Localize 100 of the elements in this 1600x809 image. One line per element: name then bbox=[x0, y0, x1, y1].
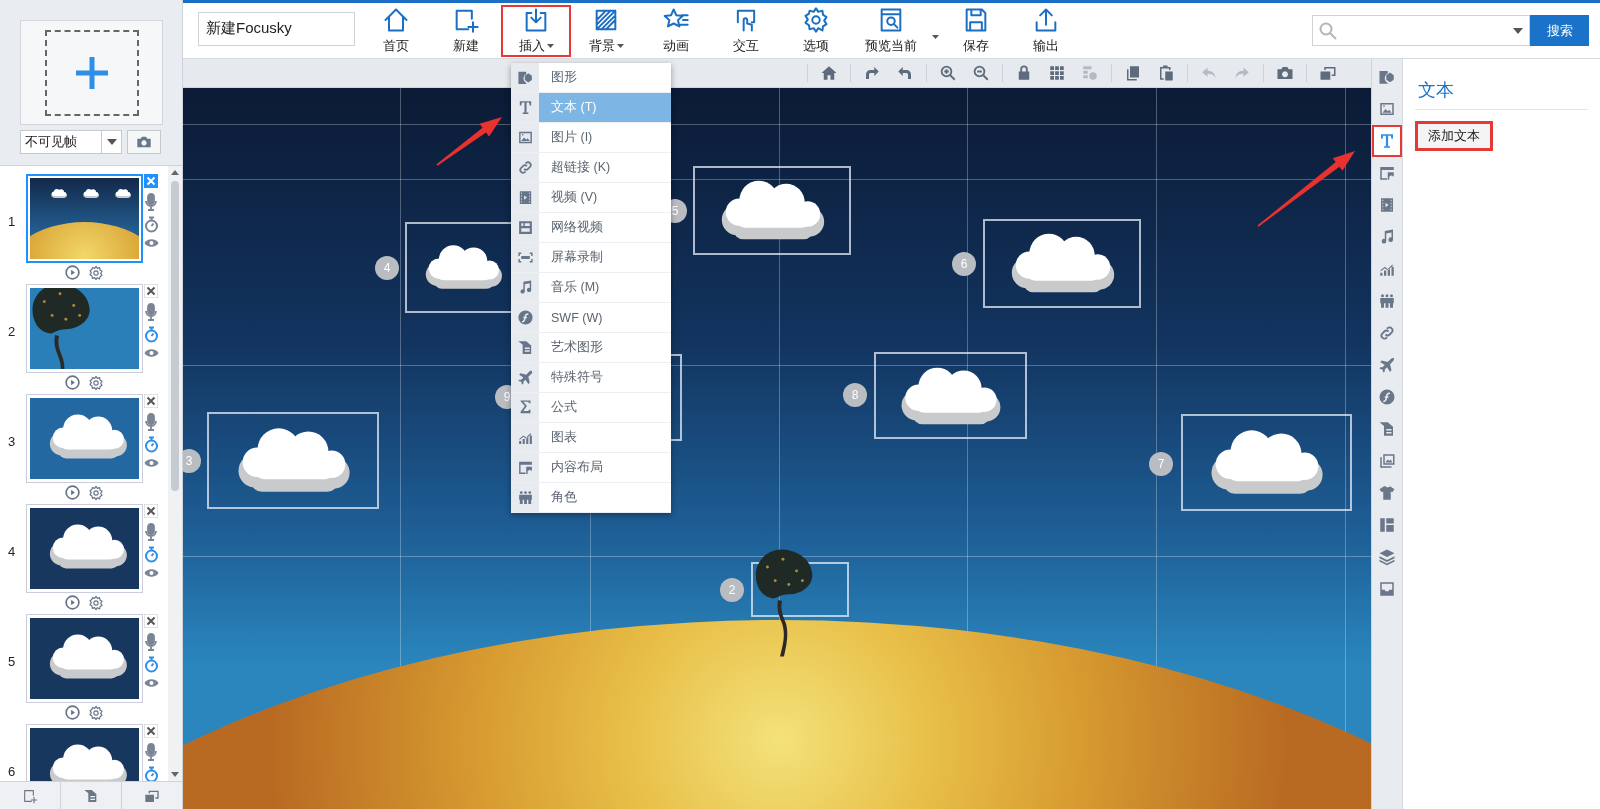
add-text-button[interactable]: 添加文本 bbox=[1415, 121, 1493, 151]
search-button[interactable]: 搜索 bbox=[1530, 15, 1589, 46]
play-icon[interactable] bbox=[65, 595, 80, 610]
home-button[interactable]: 首页 bbox=[361, 4, 431, 57]
scrollbar[interactable] bbox=[168, 166, 182, 781]
close-icon[interactable] bbox=[144, 394, 158, 408]
film-icon bbox=[1378, 196, 1396, 214]
close-icon[interactable] bbox=[144, 284, 158, 298]
camera-icon[interactable] bbox=[1276, 64, 1294, 82]
camera-icon bbox=[136, 134, 152, 150]
menu-item[interactable]: 特殊符号 bbox=[511, 363, 671, 393]
frame-outline[interactable] bbox=[983, 219, 1141, 308]
slide-thumbnail[interactable] bbox=[26, 284, 143, 373]
close-icon[interactable] bbox=[144, 724, 158, 738]
eye-icon[interactable] bbox=[143, 568, 159, 578]
shirt-icon bbox=[1378, 484, 1396, 502]
annotation-arrow bbox=[436, 117, 502, 166]
layout-flag-icon bbox=[1378, 164, 1396, 182]
gear-icon[interactable] bbox=[88, 375, 104, 391]
caret-icon[interactable] bbox=[1513, 27, 1523, 34]
slide-thumbnail[interactable] bbox=[26, 394, 143, 483]
slide-number: 3 bbox=[7, 433, 17, 451]
scroll-up-icon[interactable] bbox=[171, 170, 179, 175]
link-icon bbox=[516, 159, 534, 176]
slide-thumbnail[interactable] bbox=[26, 614, 143, 703]
insert-button[interactable]: 插入 bbox=[501, 4, 571, 57]
frame-outline[interactable] bbox=[207, 412, 379, 509]
camera-button[interactable] bbox=[127, 130, 161, 154]
microphone-icon[interactable] bbox=[144, 743, 158, 761]
play-icon[interactable] bbox=[65, 375, 80, 390]
play-icon[interactable] bbox=[65, 265, 80, 280]
microphone-icon[interactable] bbox=[144, 413, 158, 431]
save-button[interactable]: 保存 bbox=[941, 4, 1011, 57]
close-icon[interactable] bbox=[144, 614, 158, 628]
people-icon bbox=[1378, 292, 1396, 310]
background-button[interactable]: 背景 bbox=[571, 4, 641, 57]
menu-item[interactable]: 角色 bbox=[511, 483, 671, 513]
menu-item[interactable]: 屏幕录制 bbox=[511, 243, 671, 273]
frame-filter-dropdown[interactable]: 不可见帧 bbox=[20, 130, 122, 154]
gear-icon[interactable] bbox=[88, 265, 104, 281]
scroll-down-icon[interactable] bbox=[171, 772, 179, 777]
gear-icon[interactable] bbox=[88, 485, 104, 501]
menu-item[interactable]: 图片 (I) bbox=[511, 123, 671, 153]
frame-outline[interactable] bbox=[693, 166, 851, 255]
menu-item[interactable]: 音乐 (M) bbox=[511, 273, 671, 303]
stopwatch-icon[interactable] bbox=[143, 656, 159, 673]
eye-icon[interactable] bbox=[143, 678, 159, 688]
play-icon[interactable] bbox=[65, 705, 80, 720]
search-field[interactable] bbox=[1312, 15, 1530, 46]
menu-item[interactable]: SWF (W) bbox=[511, 303, 671, 333]
menu-item[interactable]: 内容布局 bbox=[511, 453, 671, 483]
rotate-right-icon[interactable] bbox=[863, 64, 881, 82]
new-button[interactable]: 新建 bbox=[431, 4, 501, 57]
stopwatch-icon[interactable] bbox=[143, 766, 159, 781]
options-button[interactable]: 选项 bbox=[781, 4, 851, 57]
frame-outline[interactable] bbox=[1181, 414, 1352, 511]
home-icon[interactable] bbox=[820, 64, 838, 82]
preview-button[interactable]: 预览当前 bbox=[851, 4, 941, 57]
rotate-left-icon[interactable] bbox=[896, 64, 914, 82]
text-tool-button[interactable] bbox=[1372, 125, 1402, 157]
menu-item[interactable]: 超链接 (K) bbox=[511, 153, 671, 183]
menu-item[interactable]: 视频 (V) bbox=[511, 183, 671, 213]
stopwatch-icon[interactable] bbox=[143, 216, 159, 233]
copy-icon[interactable] bbox=[1124, 64, 1142, 82]
stopwatch-icon[interactable] bbox=[143, 436, 159, 453]
zoom-out-icon[interactable] bbox=[972, 64, 990, 82]
eye-icon[interactable] bbox=[143, 348, 159, 358]
menu-item[interactable]: 公式 bbox=[511, 393, 671, 423]
plus-icon bbox=[73, 54, 110, 91]
microphone-icon[interactable] bbox=[144, 633, 158, 651]
interaction-button[interactable]: 交互 bbox=[711, 4, 781, 57]
title-field[interactable]: 新建Focusky bbox=[198, 11, 355, 46]
add-frame-button[interactable] bbox=[20, 20, 163, 125]
frame-outline[interactable] bbox=[874, 352, 1027, 439]
menu-item[interactable]: 网络视频 bbox=[511, 213, 671, 243]
gear-icon[interactable] bbox=[88, 705, 104, 721]
microphone-icon[interactable] bbox=[144, 303, 158, 321]
slide-thumbnail[interactable] bbox=[26, 174, 143, 263]
window-icon[interactable] bbox=[1319, 64, 1337, 82]
caret-icon bbox=[546, 44, 554, 48]
stopwatch-icon[interactable] bbox=[143, 546, 159, 563]
close-icon[interactable] bbox=[144, 504, 158, 518]
image-icon bbox=[516, 129, 534, 146]
grid-icon[interactable] bbox=[1048, 64, 1066, 82]
stopwatch-icon[interactable] bbox=[143, 326, 159, 343]
close-icon[interactable] bbox=[144, 174, 158, 188]
slide-thumbnail[interactable] bbox=[26, 504, 143, 593]
eye-icon[interactable] bbox=[143, 458, 159, 468]
animation-button[interactable]: 动画 bbox=[641, 4, 711, 57]
cloud-drawing bbox=[82, 188, 100, 199]
microphone-icon[interactable] bbox=[144, 523, 158, 541]
eye-icon[interactable] bbox=[143, 238, 159, 248]
menu-item[interactable]: 图表 bbox=[511, 423, 671, 453]
play-icon[interactable] bbox=[65, 485, 80, 500]
export-button[interactable]: 输出 bbox=[1011, 4, 1081, 57]
microphone-icon[interactable] bbox=[144, 193, 158, 211]
zoom-in-icon[interactable] bbox=[939, 64, 957, 82]
menu-item[interactable]: 艺术图形 bbox=[511, 333, 671, 363]
gear-icon[interactable] bbox=[88, 595, 104, 611]
paste-icon[interactable] bbox=[1157, 64, 1175, 82]
